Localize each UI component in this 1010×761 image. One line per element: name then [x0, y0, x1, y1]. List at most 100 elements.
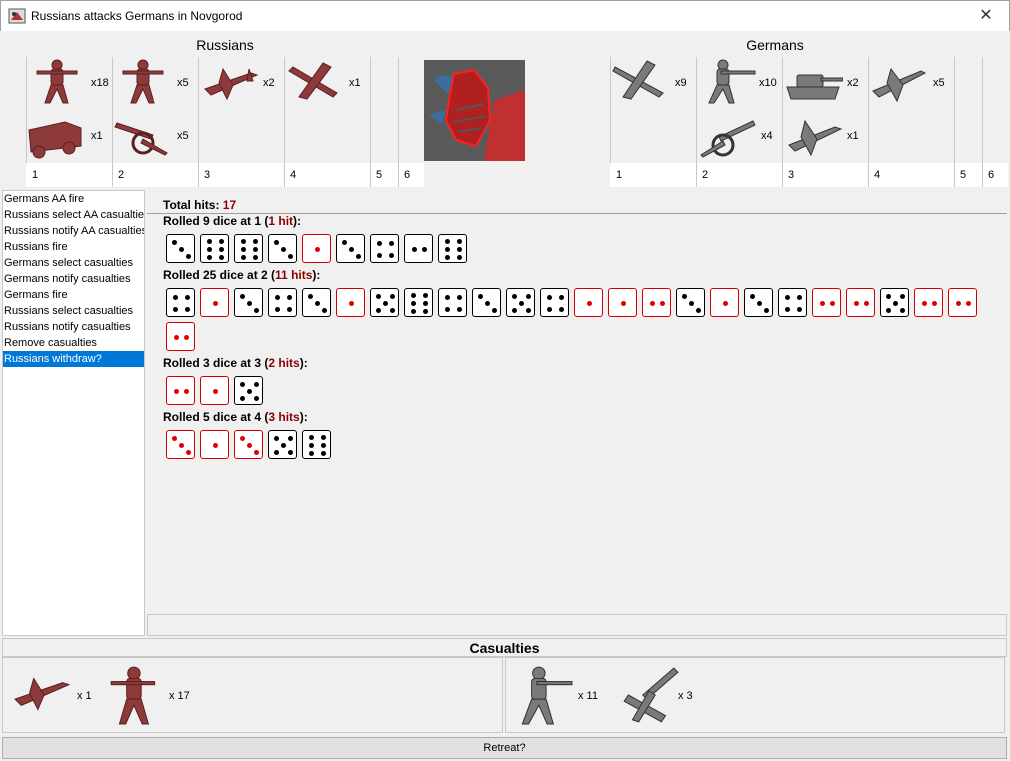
battle-step-item[interactable]: Russians notify AA casualties — [3, 223, 144, 239]
die-face-2 — [166, 322, 195, 351]
die-face-3 — [268, 234, 297, 263]
roll-title: Rolled 25 dice at 2 (11 hits): — [163, 268, 321, 282]
die-face-4 — [540, 288, 569, 317]
die-face-1 — [710, 288, 739, 317]
app-icon — [8, 8, 26, 24]
column-number: 6 — [404, 169, 411, 181]
status-box — [147, 614, 1007, 636]
battle-step-item[interactable]: Remove casualties — [3, 335, 144, 351]
close-icon[interactable]: ✕ — [963, 1, 1009, 31]
die-face-4 — [370, 234, 399, 263]
casualty-count: x 11 — [578, 690, 598, 702]
die-face-1 — [574, 288, 603, 317]
unit-count: x10 — [759, 77, 777, 89]
territory-map-novgorod — [424, 60, 525, 161]
retreat-button[interactable]: Retreat? — [2, 737, 1007, 759]
die-face-3 — [166, 430, 195, 459]
die-face-3 — [744, 288, 773, 317]
artillery-icon — [623, 667, 679, 723]
column-number: 5 — [960, 169, 967, 181]
artillery-icon — [700, 120, 756, 158]
battle-step-item[interactable]: Russians notify casualties — [3, 319, 144, 335]
die-face-3 — [472, 288, 501, 317]
die-face-6 — [404, 288, 433, 317]
bomber-icon — [288, 62, 338, 100]
fighter-icon — [872, 67, 927, 103]
die-face-6 — [302, 430, 331, 459]
die-face-5 — [234, 376, 263, 405]
battle-step-item[interactable]: Russians select AA casualties — [3, 207, 144, 223]
infantry-icon — [110, 666, 156, 725]
die-face-4 — [438, 288, 467, 317]
casualties-title: Casualties — [2, 638, 1007, 657]
die-face-1 — [200, 288, 229, 317]
bomber-icon — [612, 60, 664, 100]
defender-column-2: x10 x4 — [696, 57, 782, 163]
die-face-1 — [336, 288, 365, 317]
unit-count: x5 — [933, 77, 945, 89]
battle-step-item[interactable]: Russians select casualties — [3, 303, 144, 319]
unit-count: x1 — [847, 130, 859, 142]
attacker-column-4: x1 — [284, 57, 370, 163]
forces-panel: Russians Germans x18 x1 x5 x5 x2 x1 1 2 … — [0, 31, 1010, 188]
attacker-column-6 — [398, 57, 424, 163]
die-face-4 — [778, 288, 807, 317]
unit-count: x5 — [177, 77, 189, 89]
unit-count: x5 — [177, 130, 189, 142]
defender-column-4: x5 — [868, 57, 954, 163]
die-face-4 — [268, 288, 297, 317]
die-face-3 — [234, 430, 263, 459]
artillery-icon — [114, 122, 168, 156]
column-number: 4 — [290, 169, 297, 181]
fighter-icon — [14, 677, 71, 711]
unit-count: x2 — [847, 77, 859, 89]
unit-count: x9 — [675, 77, 687, 89]
die-face-2 — [914, 288, 943, 317]
column-number: 1 — [32, 169, 39, 181]
column-number: 6 — [988, 169, 995, 181]
die-face-3 — [336, 234, 365, 263]
unit-count: x4 — [761, 130, 773, 142]
battle-step-item[interactable]: Germans select casualties — [3, 255, 144, 271]
attacker-column-numbers: 1 2 3 4 5 6 — [26, 163, 424, 187]
battle-step-item[interactable]: Germans fire — [3, 287, 144, 303]
roll-title: Rolled 5 dice at 4 (3 hits): — [163, 410, 308, 424]
defender-column-numbers: 1 2 3 4 5 6 — [610, 163, 1008, 187]
column-number: 4 — [874, 169, 881, 181]
die-face-2 — [404, 234, 433, 263]
infantry-icon — [36, 59, 78, 104]
attacker-column-5 — [370, 57, 398, 163]
die-face-3 — [166, 234, 195, 263]
defender-column-5 — [954, 57, 982, 163]
battle-step-item[interactable]: Russians withdraw? — [3, 351, 144, 367]
die-face-6 — [234, 234, 263, 263]
fighter-icon — [204, 67, 259, 101]
attacker-column-2: x5 x5 — [112, 57, 198, 163]
dice-results-panel: Total hits: 17 Rolled 9 dice at 1 (1 hit… — [147, 190, 1007, 614]
column-number: 2 — [118, 169, 125, 181]
battle-step-item[interactable]: Germans AA fire — [3, 191, 144, 207]
die-face-5 — [880, 288, 909, 317]
die-face-3 — [676, 288, 705, 317]
die-face-1 — [200, 376, 229, 405]
attacker-column-1: x18 x1 — [26, 57, 112, 163]
column-number: 5 — [376, 169, 383, 181]
die-face-6 — [438, 234, 467, 263]
battle-step-item[interactable]: Germans notify casualties — [3, 271, 144, 287]
battle-steps-list[interactable]: Germans AA fire Russians select AA casual… — [2, 190, 145, 636]
roll-title: Rolled 3 dice at 3 (2 hits): — [163, 356, 308, 370]
column-number: 2 — [702, 169, 709, 181]
die-face-2 — [846, 288, 875, 317]
die-face-5 — [506, 288, 535, 317]
infantry-icon — [122, 59, 164, 104]
casualty-count: x 1 — [77, 690, 92, 702]
defender-column-6 — [982, 57, 1008, 163]
infantry-icon — [521, 666, 573, 725]
die-face-1 — [608, 288, 637, 317]
window-title: Russians attacks Germans in Novgorod — [31, 9, 243, 23]
column-number: 3 — [204, 169, 211, 181]
die-face-2 — [166, 376, 195, 405]
battle-step-item[interactable]: Russians fire — [3, 239, 144, 255]
tactical-bomber-icon — [788, 119, 843, 157]
total-hits-value: 17 — [222, 198, 237, 212]
